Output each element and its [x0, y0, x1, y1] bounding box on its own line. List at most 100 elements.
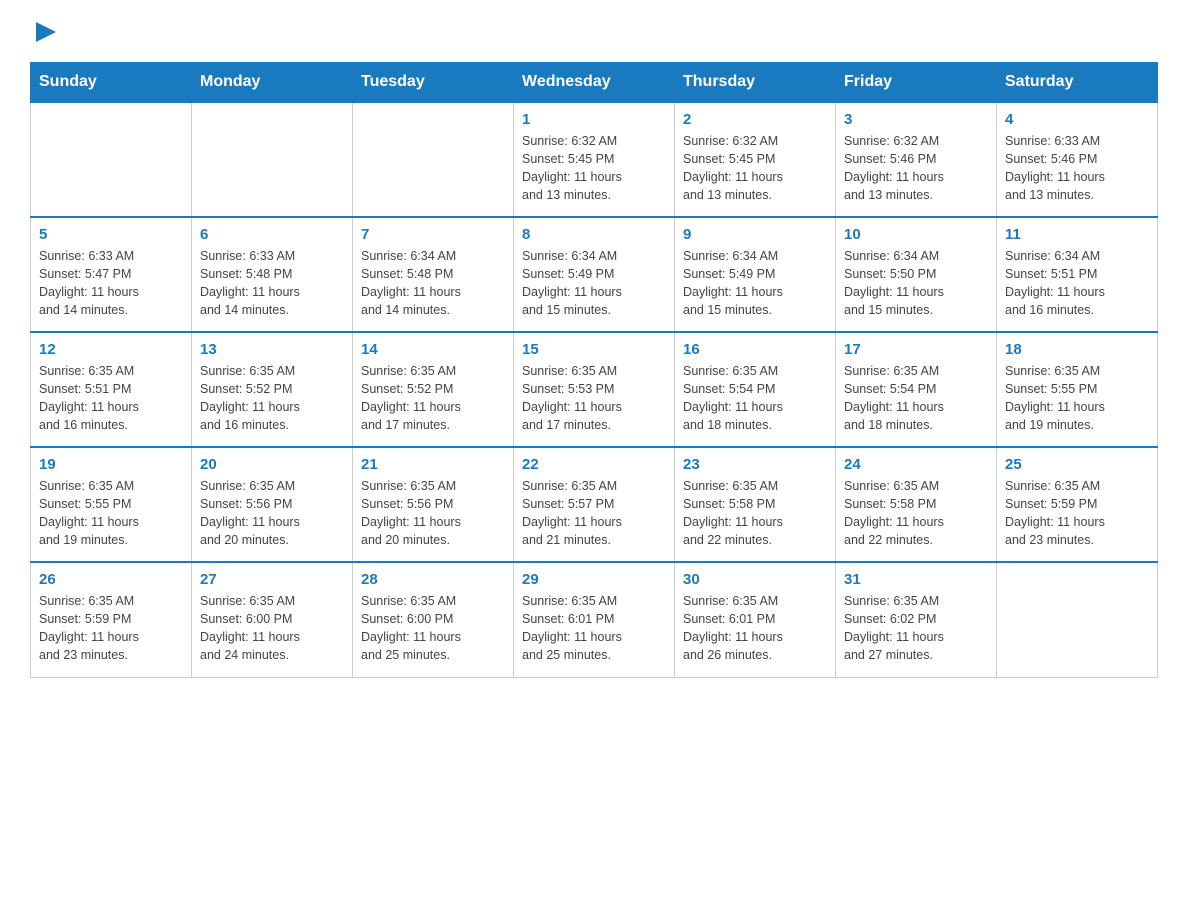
calendar-cell: 24 Sunrise: 6:35 AM Sunset: 5:58 PM Dayli…: [836, 447, 997, 562]
weekday-header-saturday: Saturday: [997, 63, 1158, 103]
day-number: 9: [683, 226, 827, 243]
day-number: 1: [522, 111, 666, 128]
day-number: 2: [683, 111, 827, 128]
calendar-cell: 17 Sunrise: 6:35 AM Sunset: 5:54 PM Dayli…: [836, 332, 997, 447]
day-info: Sunrise: 6:34 AM Sunset: 5:49 PM Dayligh…: [683, 247, 827, 320]
calendar-cell: 10 Sunrise: 6:34 AM Sunset: 5:50 PM Dayli…: [836, 217, 997, 332]
calendar-cell: 31 Sunrise: 6:35 AM Sunset: 6:02 PM Dayli…: [836, 562, 997, 677]
day-number: 30: [683, 571, 827, 588]
calendar-cell: 4 Sunrise: 6:33 AM Sunset: 5:46 PM Daylig…: [997, 102, 1158, 217]
day-info: Sunrise: 6:35 AM Sunset: 5:52 PM Dayligh…: [361, 362, 505, 435]
calendar-cell: 22Sunrise: 6:35 AM Sunset: 5:57 PM Dayli…: [514, 447, 675, 562]
calendar-body: 1 Sunrise: 6:32 AM Sunset: 5:45 PM Daylig…: [31, 102, 1158, 677]
day-info: Sunrise: 6:35 AM Sunset: 5:54 PM Dayligh…: [844, 362, 988, 435]
day-info: Sunrise: 6:35 AM Sunset: 5:56 PM Dayligh…: [361, 477, 505, 550]
day-number: 16: [683, 341, 827, 358]
day-info: Sunrise: 6:32 AM Sunset: 5:46 PM Dayligh…: [844, 132, 988, 205]
day-number: 29: [522, 571, 666, 588]
day-number: 12: [39, 341, 183, 358]
day-number: 23: [683, 456, 827, 473]
day-info: Sunrise: 6:35 AM Sunset: 5:55 PM Dayligh…: [39, 477, 183, 550]
day-info: Sunrise: 6:35 AM Sunset: 5:51 PM Dayligh…: [39, 362, 183, 435]
calendar-cell: [997, 562, 1158, 677]
day-info: Sunrise: 6:35 AM Sunset: 5:58 PM Dayligh…: [844, 477, 988, 550]
day-number: 24: [844, 456, 988, 473]
day-info: Sunrise: 6:34 AM Sunset: 5:50 PM Dayligh…: [844, 247, 988, 320]
logo-text: [30, 20, 60, 42]
day-number: 20: [200, 456, 344, 473]
logo: [30, 20, 60, 42]
day-number: 26: [39, 571, 183, 588]
day-number: 14: [361, 341, 505, 358]
day-number: 5: [39, 226, 183, 243]
calendar-week-row: 12 Sunrise: 6:35 AM Sunset: 5:51 PM Dayli…: [31, 332, 1158, 447]
day-info: Sunrise: 6:33 AM Sunset: 5:48 PM Dayligh…: [200, 247, 344, 320]
calendar-cell: 6 Sunrise: 6:33 AM Sunset: 5:48 PM Daylig…: [192, 217, 353, 332]
calendar-cell: [192, 102, 353, 217]
day-info: Sunrise: 6:35 AM Sunset: 5:59 PM Dayligh…: [39, 592, 183, 665]
calendar-cell: 8 Sunrise: 6:34 AM Sunset: 5:49 PM Daylig…: [514, 217, 675, 332]
day-number: 6: [200, 226, 344, 243]
weekday-header-monday: Monday: [192, 63, 353, 103]
calendar-cell: 2 Sunrise: 6:32 AM Sunset: 5:45 PM Daylig…: [675, 102, 836, 217]
day-info: Sunrise: 6:35 AM Sunset: 6:00 PM Dayligh…: [361, 592, 505, 665]
calendar-cell: 20 Sunrise: 6:35 AM Sunset: 5:56 PM Dayli…: [192, 447, 353, 562]
weekday-header-sunday: Sunday: [31, 63, 192, 103]
day-number: 28: [361, 571, 505, 588]
calendar-cell: 21 Sunrise: 6:35 AM Sunset: 5:56 PM Dayli…: [353, 447, 514, 562]
day-info: Sunrise: 6:35 AM Sunset: 6:00 PM Dayligh…: [200, 592, 344, 665]
calendar-table: SundayMondayTuesdayWednesdayThursdayFrid…: [30, 62, 1158, 678]
calendar-cell: 30Sunrise: 6:35 AM Sunset: 6:01 PM Dayli…: [675, 562, 836, 677]
weekday-header-row: SundayMondayTuesdayWednesdayThursdayFrid…: [31, 63, 1158, 103]
calendar-cell: [31, 102, 192, 217]
calendar-cell: 5Sunrise: 6:33 AM Sunset: 5:47 PM Daylig…: [31, 217, 192, 332]
day-number: 17: [844, 341, 988, 358]
day-info: Sunrise: 6:35 AM Sunset: 6:02 PM Dayligh…: [844, 592, 988, 665]
day-number: 7: [361, 226, 505, 243]
calendar-cell: 7 Sunrise: 6:34 AM Sunset: 5:48 PM Daylig…: [353, 217, 514, 332]
weekday-header-friday: Friday: [836, 63, 997, 103]
day-number: 15: [522, 341, 666, 358]
day-info: Sunrise: 6:32 AM Sunset: 5:45 PM Dayligh…: [683, 132, 827, 205]
day-number: 3: [844, 111, 988, 128]
logo-triangle-icon: [32, 18, 60, 46]
day-info: Sunrise: 6:35 AM Sunset: 5:56 PM Dayligh…: [200, 477, 344, 550]
calendar-cell: 28 Sunrise: 6:35 AM Sunset: 6:00 PM Dayli…: [353, 562, 514, 677]
calendar-cell: 18 Sunrise: 6:35 AM Sunset: 5:55 PM Dayli…: [997, 332, 1158, 447]
day-info: Sunrise: 6:35 AM Sunset: 5:59 PM Dayligh…: [1005, 477, 1149, 550]
page-header: [30, 20, 1158, 42]
calendar-cell: 14 Sunrise: 6:35 AM Sunset: 5:52 PM Dayli…: [353, 332, 514, 447]
day-number: 8: [522, 226, 666, 243]
day-info: Sunrise: 6:35 AM Sunset: 5:54 PM Dayligh…: [683, 362, 827, 435]
day-number: 4: [1005, 111, 1149, 128]
day-info: Sunrise: 6:34 AM Sunset: 5:48 PM Dayligh…: [361, 247, 505, 320]
calendar-cell: 9 Sunrise: 6:34 AM Sunset: 5:49 PM Daylig…: [675, 217, 836, 332]
calendar-cell: 11 Sunrise: 6:34 AM Sunset: 5:51 PM Dayli…: [997, 217, 1158, 332]
calendar-cell: 13 Sunrise: 6:35 AM Sunset: 5:52 PM Dayli…: [192, 332, 353, 447]
calendar-week-row: 19 Sunrise: 6:35 AM Sunset: 5:55 PM Dayli…: [31, 447, 1158, 562]
weekday-header-wednesday: Wednesday: [514, 63, 675, 103]
day-info: Sunrise: 6:33 AM Sunset: 5:46 PM Dayligh…: [1005, 132, 1149, 205]
day-number: 10: [844, 226, 988, 243]
day-number: 31: [844, 571, 988, 588]
day-info: Sunrise: 6:34 AM Sunset: 5:51 PM Dayligh…: [1005, 247, 1149, 320]
day-info: Sunrise: 6:35 AM Sunset: 5:55 PM Dayligh…: [1005, 362, 1149, 435]
day-number: 25: [1005, 456, 1149, 473]
calendar-cell: 3 Sunrise: 6:32 AM Sunset: 5:46 PM Daylig…: [836, 102, 997, 217]
calendar-week-row: 1 Sunrise: 6:32 AM Sunset: 5:45 PM Daylig…: [31, 102, 1158, 217]
day-number: 19: [39, 456, 183, 473]
calendar-cell: [353, 102, 514, 217]
calendar-cell: 1Sunrise: 6:32 AM Sunset: 5:45 PM Daylig…: [514, 102, 675, 217]
day-number: 21: [361, 456, 505, 473]
calendar-week-row: 5Sunrise: 6:33 AM Sunset: 5:47 PM Daylig…: [31, 217, 1158, 332]
calendar-cell: 23Sunrise: 6:35 AM Sunset: 5:58 PM Dayli…: [675, 447, 836, 562]
calendar-header: SundayMondayTuesdayWednesdayThursdayFrid…: [31, 63, 1158, 103]
day-number: 13: [200, 341, 344, 358]
day-number: 11: [1005, 226, 1149, 243]
day-info: Sunrise: 6:35 AM Sunset: 5:52 PM Dayligh…: [200, 362, 344, 435]
day-number: 18: [1005, 341, 1149, 358]
weekday-header-thursday: Thursday: [675, 63, 836, 103]
day-info: Sunrise: 6:34 AM Sunset: 5:49 PM Dayligh…: [522, 247, 666, 320]
calendar-cell: 19 Sunrise: 6:35 AM Sunset: 5:55 PM Dayli…: [31, 447, 192, 562]
weekday-header-tuesday: Tuesday: [353, 63, 514, 103]
